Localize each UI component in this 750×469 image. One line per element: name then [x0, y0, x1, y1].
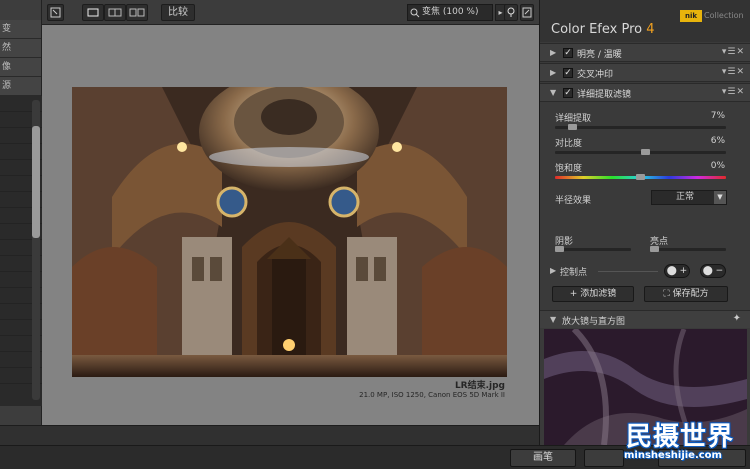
control-points-label: 控制点 — [560, 268, 588, 278]
radius-label: 半径效果 — [555, 196, 592, 206]
basilica-photo — [72, 87, 507, 377]
split-view-button[interactable] — [104, 4, 126, 21]
saturation-label: 饱和度 — [555, 164, 583, 174]
saturation-value: 0% — [710, 161, 725, 171]
left-panel-item[interactable]: 源 — [0, 77, 41, 96]
collapse-arrow-icon[interactable]: ▼ — [550, 315, 556, 324]
expand-arrow-icon[interactable]: ▶ — [550, 68, 556, 77]
filter-row[interactable]: ▶ ✓ 明亮 / 温暖 ▾☰✕ — [540, 43, 750, 62]
left-scrollbar-thumb[interactable] — [32, 126, 40, 238]
nik-logo: nik — [680, 10, 702, 22]
background-toggle-button[interactable] — [504, 4, 518, 21]
left-panel-list — [0, 96, 42, 406]
filter-checkbox[interactable]: ✓ — [563, 48, 573, 58]
left-panel-item[interactable]: 然 — [0, 39, 41, 58]
shadows-slider[interactable] — [555, 246, 631, 252]
contrast-slider-knob[interactable] — [641, 149, 650, 155]
radius-select[interactable]: 正常 ▼ — [651, 190, 727, 205]
collection-label: Collection — [704, 11, 744, 20]
filter-name: 详细提取滤镜 — [577, 90, 632, 100]
filter-menu-icon[interactable]: ▾☰✕ — [722, 67, 745, 77]
compare-button[interactable]: 比较 — [161, 4, 195, 21]
detail-slider[interactable] — [555, 124, 726, 130]
app-title-text: Color Efex Pro — [551, 22, 643, 37]
left-panel: 变 然 像 源 — [0, 0, 42, 469]
loupe-label: 放大镜与直方图 — [562, 317, 626, 327]
save-recipe-label: 保存配方 — [672, 289, 709, 299]
app-title: Color Efex Pro 4 — [551, 22, 655, 37]
radius-value: 正常 — [676, 192, 695, 202]
pin-icon[interactable]: ✦ — [733, 313, 741, 324]
lightbulb-icon — [507, 7, 515, 17]
filter-menu-icon[interactable]: ▾☰✕ — [722, 87, 745, 97]
site-watermark: 民摄世界 minsheshijie.com — [612, 416, 750, 469]
photo-meta: 21.0 MP, ISO 1250, Canon EOS 5D Mark II — [359, 391, 505, 399]
toolbar: 比较 变焦 (100 %) ▸ — [42, 0, 539, 25]
add-filter-button[interactable]: + 添加滤镜 — [552, 286, 634, 302]
hide-right-panel-button[interactable] — [520, 4, 534, 21]
search-icon — [410, 8, 420, 18]
photo-caption: LR结束.jpg 21.0 MP, ISO 1250, Canon EOS 5D… — [359, 378, 505, 399]
contrast-label: 对比度 — [555, 139, 583, 149]
panel-toggle-icon — [522, 7, 532, 18]
expand-arrow-icon[interactable]: ▶ — [550, 48, 556, 57]
add-filter-label: 添加滤镜 — [580, 289, 617, 299]
watermark-url: minsheshijie.com — [624, 450, 722, 461]
side-by-side-button[interactable] — [126, 4, 148, 21]
app-version: 4 — [646, 22, 655, 37]
left-panel-item[interactable]: 变 — [0, 20, 41, 39]
left-panel-item[interactable]: 像 — [0, 58, 41, 77]
filter-menu-icon[interactable]: ▾☰✕ — [722, 47, 745, 57]
brush-button[interactable]: 画笔 — [510, 449, 576, 467]
image-canvas[interactable]: LR结束.jpg 21.0 MP, ISO 1250, Canon EOS 5D… — [42, 25, 539, 425]
highlights-slider[interactable] — [650, 246, 726, 252]
side-by-side-icon — [129, 8, 145, 17]
save-recipe-button[interactable]: ⛶ 保存配方 — [644, 286, 728, 302]
saturation-slider[interactable] — [555, 174, 726, 180]
collapse-arrow-icon[interactable]: ▼ — [550, 88, 556, 97]
expand-arrow-icon[interactable]: ▶ — [550, 266, 556, 275]
bottom-strip — [0, 425, 539, 445]
zoom-field[interactable]: 变焦 (100 %) — [407, 4, 493, 21]
single-view-icon — [87, 8, 99, 17]
loupe-header[interactable]: ▼ 放大镜与直方图 ✦ — [540, 310, 750, 328]
filter-checkbox[interactable]: ✓ — [563, 88, 573, 98]
panel-toggle-icon — [50, 7, 61, 18]
save-icon: ⛶ — [663, 289, 673, 299]
detail-label: 详细提取 — [555, 114, 592, 124]
highlights-slider-knob[interactable] — [650, 246, 659, 252]
add-control-point-button[interactable]: ⬤ + — [664, 264, 690, 278]
left-panel-header — [0, 0, 41, 20]
contrast-slider[interactable] — [555, 149, 726, 155]
single-view-button[interactable] — [82, 4, 104, 21]
saturation-slider-knob[interactable] — [636, 174, 645, 180]
contrast-value: 6% — [710, 136, 725, 146]
remove-control-point-button[interactable]: ⬤ − — [700, 264, 726, 278]
left-scrollbar[interactable] — [32, 100, 40, 400]
photo-filename: LR结束.jpg — [454, 381, 505, 391]
filter-checkbox[interactable]: ✓ — [563, 68, 573, 78]
plus-icon: + — [569, 289, 581, 299]
shadows-slider-knob[interactable] — [555, 246, 564, 252]
filter-name: 明亮 / 温暖 — [577, 50, 622, 60]
zoom-value: 变焦 (100 %) — [422, 7, 479, 17]
preview-photo — [72, 87, 507, 377]
filter-name: 交叉冲印 — [577, 70, 614, 80]
detail-slider-knob[interactable] — [568, 124, 577, 130]
control-points-row: ▶ 控制点 ⬤ + ⬤ − — [540, 263, 750, 281]
brand-header: nik Collection Color Efex Pro 4 — [540, 0, 750, 42]
filter-row[interactable]: ▼ ✓ 详细提取滤镜 ▾☰✕ — [540, 83, 750, 102]
filter-row[interactable]: ▶ ✓ 交叉冲印 ▾☰✕ — [540, 63, 750, 82]
right-panel: nik Collection Color Efex Pro 4 ▶ ✓ 明亮 /… — [539, 0, 750, 445]
detail-value: 7% — [710, 111, 725, 121]
watermark-text: 民摄世界 — [626, 422, 735, 452]
split-view-icon — [108, 8, 122, 17]
hide-panel-button[interactable] — [47, 4, 64, 21]
chevron-down-icon: ▼ — [714, 191, 726, 204]
control-points-divider — [598, 271, 658, 272]
